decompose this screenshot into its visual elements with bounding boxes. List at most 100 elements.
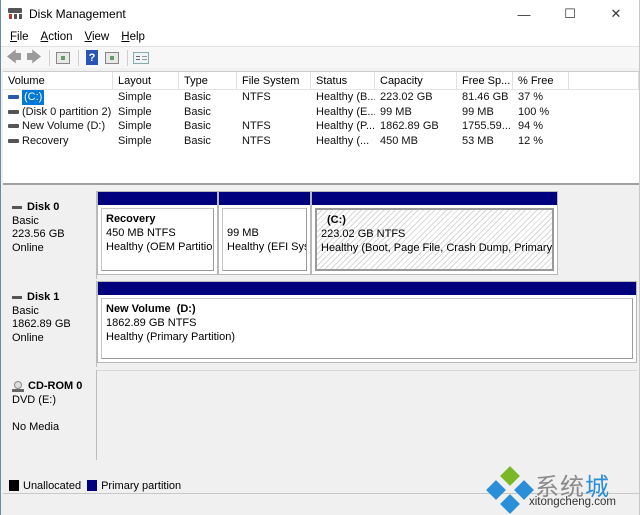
forward-button[interactable]: 🡆	[25, 49, 43, 67]
column-header-free-space[interactable]: Free Sp...	[457, 72, 513, 90]
cell-layout: Simple	[118, 105, 152, 118]
show-hide-action-pane-button[interactable]	[103, 49, 121, 67]
cell-file-system: NTFS	[242, 120, 271, 132]
column-header-status[interactable]: Status	[311, 72, 375, 90]
cell-capacity: 223.02 GB	[380, 91, 433, 103]
column-header-layout[interactable]: Layout	[113, 72, 179, 90]
menu-view-label: iew	[91, 31, 110, 43]
hard-disk-icon	[12, 206, 22, 210]
properties-button[interactable]	[132, 49, 150, 67]
cell-free-space: 99 MB	[462, 105, 494, 118]
toolbar-separator	[127, 49, 128, 66]
volume-list-header: Volume Layout Type File System Status Ca…	[3, 72, 639, 90]
close-button[interactable]: ✕	[593, 0, 639, 28]
volume-icon	[8, 138, 19, 143]
menu-help[interactable]: Help	[115, 31, 151, 43]
column-header-capacity[interactable]: Capacity	[375, 72, 457, 90]
disk-row-cdrom: CD-ROM 0 DVD (E:) No Media	[3, 370, 639, 460]
volume-name: New Volume (D:)	[22, 120, 106, 132]
cdrom-0-label[interactable]: CD-ROM 0 DVD (E:) No Media	[5, 370, 97, 460]
menu-view[interactable]: View	[79, 31, 116, 43]
partition-recovery[interactable]: Recovery 450 MB NTFS Healthy (OEM Partit…	[97, 191, 218, 275]
disk-name: CD-ROM 0	[28, 380, 83, 392]
volume-icon	[8, 124, 19, 129]
partition-d[interactable]: New Volume (D:) 1862.89 GB NTFS Healthy …	[97, 281, 637, 363]
partition-name	[227, 212, 302, 226]
volume-row[interactable]: Recovery Simple Basic NTFS Healthy (... 450 M…	[3, 134, 639, 149]
watermark-logo-green-icon	[500, 466, 520, 486]
cell-status: Healthy (E...	[316, 105, 375, 118]
volume-row[interactable]: New Volume (D:) Simple Basic NTFS Healthy (P…	[3, 119, 639, 134]
disk-type: Basic	[12, 304, 39, 317]
menu-bar: File Action View Help	[1, 28, 639, 46]
maximize-button[interactable]: ☐	[547, 0, 593, 28]
cell-volume: Recovery	[3, 134, 113, 149]
cell-layout: Simple	[118, 91, 152, 103]
console-tree-icon	[56, 51, 70, 64]
cell-status: Healthy (B...	[316, 91, 375, 103]
cell-percent-free: 100 %	[518, 105, 550, 118]
cell-percent-free: 12 %	[518, 134, 544, 147]
unallocated-swatch	[9, 480, 19, 491]
partition-efi[interactable]: 99 MB Healthy (EFI System Partition)	[218, 191, 311, 275]
partition-name: (C:)	[327, 214, 346, 226]
disk-0-label[interactable]: Disk 0 Basic 223.56 GB Online	[5, 191, 97, 279]
cell-volume: (C:)	[3, 90, 113, 105]
back-button[interactable]: 🡄	[5, 49, 23, 67]
cell-free-space: 81.46 GB	[462, 91, 509, 103]
cell-file-system: NTFS	[242, 91, 271, 103]
column-header-volume[interactable]: Volume	[3, 72, 113, 90]
disk-type: Basic	[12, 214, 39, 227]
primary-partition-bar	[98, 192, 217, 205]
partition-status: Healthy (EFI System Partition)	[227, 241, 306, 253]
cell-volume: New Volume (D:)	[3, 119, 113, 134]
column-header-file-system[interactable]: File System	[237, 72, 311, 90]
cell-type: Basic	[184, 91, 211, 103]
cell-free-space: 53 MB	[462, 134, 494, 147]
cell-capacity: 450 MB	[380, 134, 418, 147]
menu-file[interactable]: File	[4, 31, 35, 43]
toolbar: 🡄 🡆 ?	[1, 46, 639, 68]
cell-volume: (Disk 0 partition 2)	[3, 105, 113, 120]
volume-list-body: (C:) Simple Basic NTFS Healthy (B... 223.02 G…	[3, 90, 639, 148]
menu-file-label: ile	[17, 31, 29, 43]
show-hide-console-tree-button[interactable]	[54, 49, 72, 67]
menu-file-accel: F	[10, 31, 18, 43]
menu-help-accel: H	[121, 31, 130, 43]
disk-row-0: Disk 0 Basic 223.56 GB Online Recovery 4…	[3, 191, 639, 279]
column-header-percent-free[interactable]: % Free	[513, 72, 569, 90]
volume-row[interactable]: (Disk 0 partition 2) Simple Basic Healthy (…	[3, 105, 639, 120]
volume-row[interactable]: (C:) Simple Basic NTFS Healthy (B... 223.02 G…	[3, 90, 639, 105]
disk-name: Disk 0	[27, 201, 60, 213]
disk-management-app-icon	[8, 8, 24, 20]
primary-partition-bar	[219, 192, 310, 205]
partition-status: Healthy (Boot, Page File, Crash Dump, Pr…	[321, 242, 553, 254]
watermark: 系统城 xitongcheng.com	[483, 463, 633, 514]
cell-percent-free: 37 %	[518, 91, 544, 103]
minimize-button[interactable]: —	[501, 0, 547, 28]
disk-state: No Media	[12, 420, 60, 433]
disk-state: Online	[12, 331, 44, 344]
menu-view-accel: V	[84, 31, 92, 43]
menu-action[interactable]: Action	[35, 31, 79, 43]
title-bar: Disk Management — ☐ ✕	[1, 0, 639, 28]
cell-file-system	[237, 105, 311, 120]
arrow-right-icon: 🡆	[26, 49, 42, 66]
watermark-logo-blue-icon	[486, 480, 506, 500]
window-title: Disk Management	[29, 7, 126, 21]
arrow-left-icon: 🡄	[6, 49, 22, 66]
partition-size: 450 MB NTFS	[106, 227, 176, 239]
cd-rom-icon	[12, 381, 24, 393]
toolbar-separator	[78, 49, 79, 66]
help-button[interactable]: ?	[83, 49, 101, 67]
cell-free-space: 1755.59...	[462, 120, 511, 132]
column-header-type[interactable]: Type	[179, 72, 237, 90]
volume-icon	[8, 109, 19, 114]
partition-c[interactable]: (C:) 223.02 GB NTFS Healthy (Boot, Page …	[311, 191, 558, 275]
disk-row-1: Disk 1 Basic 1862.89 GB Online New Volum…	[3, 281, 639, 367]
cdrom-empty-area	[97, 370, 637, 460]
partition-size: 1862.89 GB NTFS	[106, 317, 197, 329]
disk-type: DVD (E:)	[12, 393, 56, 406]
disk-1-label[interactable]: Disk 1 Basic 1862.89 GB Online	[5, 281, 97, 367]
disk-map: Disk 0 Basic 223.56 GB Online Recovery 4…	[3, 187, 639, 475]
